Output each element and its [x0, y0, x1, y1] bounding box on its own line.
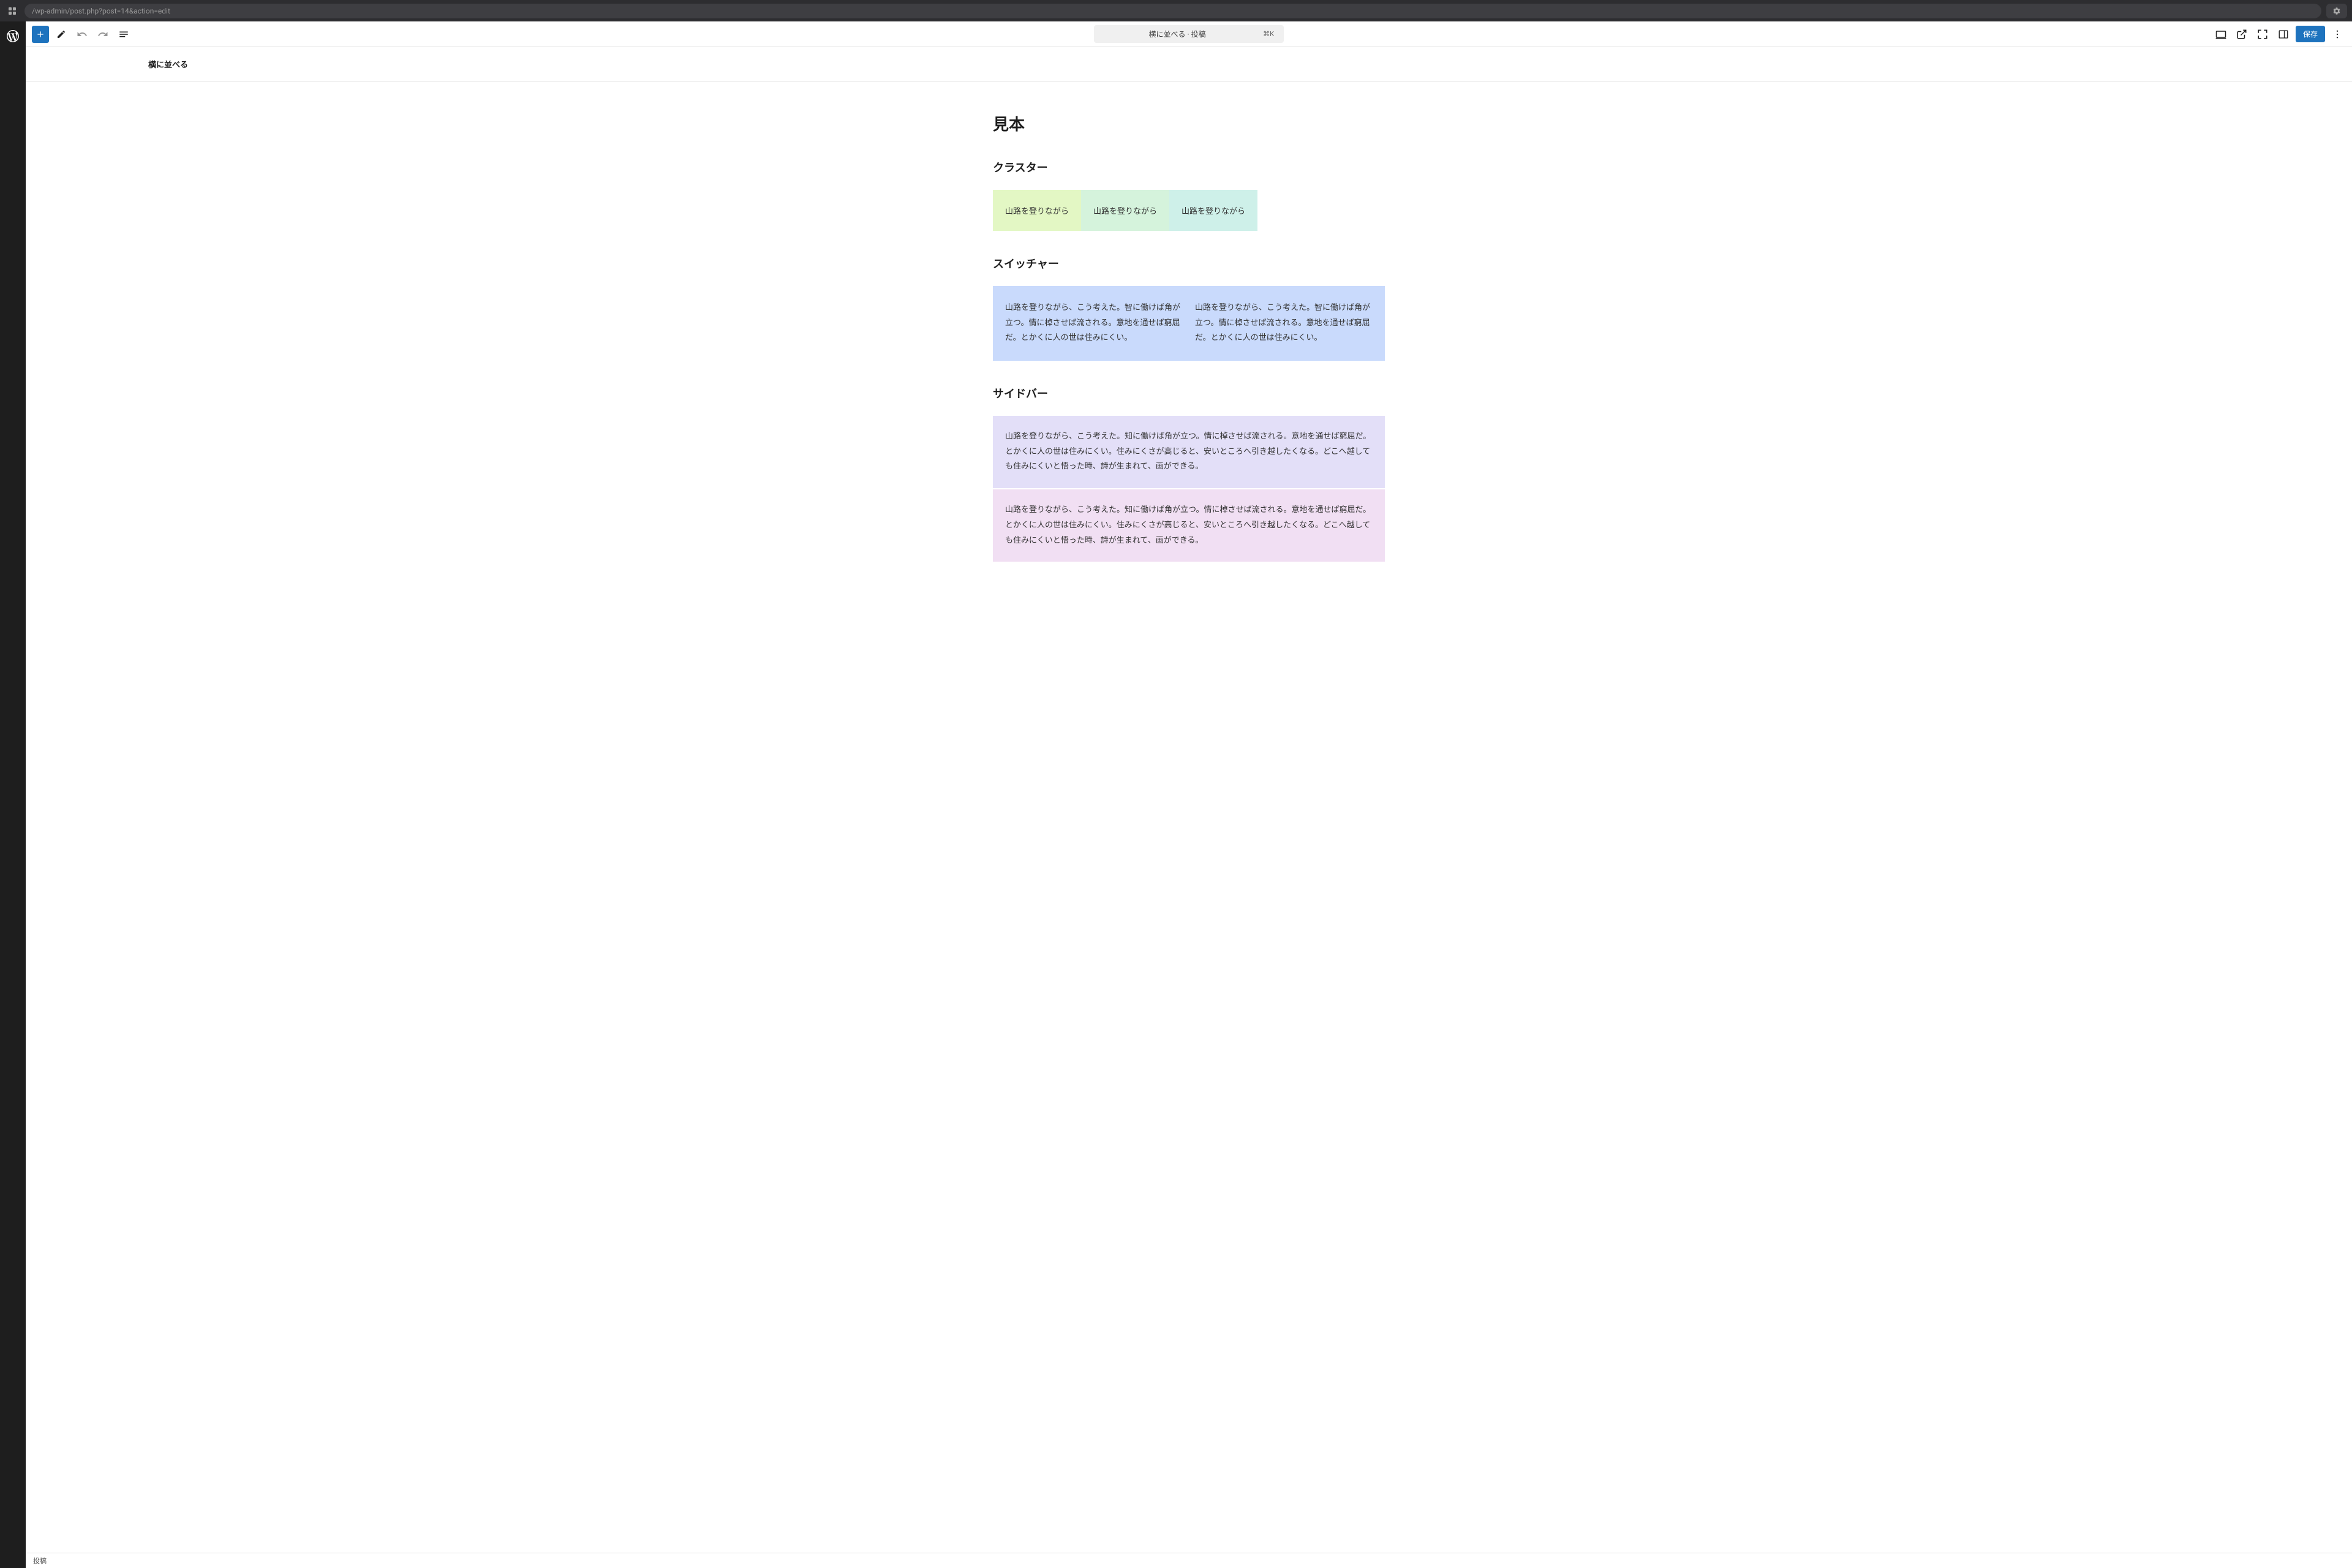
- url-text: /wp-admin/post.php?post=14&action=edit: [32, 7, 170, 15]
- footer-label: 投稿: [33, 1557, 47, 1565]
- sidebar-blocks: 山路を登りながら、こう考えた。知に働けば角が立つ。情に棹させば流される。意地を通…: [993, 416, 1385, 562]
- section-heading-switcher[interactable]: スイッチャー: [993, 255, 1385, 271]
- toolbar-left: [32, 26, 132, 43]
- document-title-bar[interactable]: 横に並べる · 投稿 ⌘K: [1094, 25, 1284, 43]
- post-title[interactable]: 見本: [993, 112, 1385, 135]
- redo-button[interactable]: [94, 26, 111, 43]
- url-bar[interactable]: /wp-admin/post.php?post=14&action=edit: [24, 4, 2321, 18]
- browser-settings-button[interactable]: [2326, 4, 2347, 18]
- switcher-block[interactable]: 山路を登りながら、こう考えた。智に働けば角が立つ。情に棹させば流される。意地を通…: [993, 286, 1385, 361]
- switcher-column[interactable]: 山路を登りながら、こう考えた。智に働けば角が立つ。情に棹させば流される。意地を通…: [1195, 301, 1373, 346]
- toolbar-right: 保存: [2212, 26, 2346, 43]
- page-breadcrumb[interactable]: 横に並べる: [26, 47, 2352, 81]
- editor-content[interactable]: 見本 クラスター 山路を登りながら 山路を登りながら 山路を登りながら スイッチ…: [981, 81, 1397, 600]
- fullscreen-button[interactable]: [2254, 26, 2271, 43]
- browser-chrome: /wp-admin/post.php?post=14&action=edit: [0, 0, 2352, 21]
- cluster-item[interactable]: 山路を登りながら: [1081, 190, 1169, 231]
- edit-mode-button[interactable]: [53, 26, 70, 43]
- wordpress-logo-icon[interactable]: [6, 29, 20, 43]
- editor-scroll[interactable]: 横に並べる 見本 クラスター 山路を登りながら 山路を登りながら 山路を登りなが…: [26, 47, 2352, 1553]
- cluster-block[interactable]: 山路を登りながら 山路を登りながら 山路を登りながら: [993, 190, 1385, 231]
- options-menu-button[interactable]: [2329, 26, 2346, 43]
- undo-button[interactable]: [74, 26, 91, 43]
- section-heading-cluster[interactable]: クラスター: [993, 159, 1385, 175]
- section-heading-sidebar[interactable]: サイドバー: [993, 385, 1385, 401]
- add-block-button[interactable]: [32, 26, 49, 43]
- main-area: 横に並べる · 投稿 ⌘K 保存: [26, 21, 2352, 1568]
- cluster-item[interactable]: 山路を登りながら: [993, 190, 1081, 231]
- sidebar-block-item[interactable]: 山路を登りながら、こう考えた。知に働けば角が立つ。情に棹させば流される。意地を通…: [993, 489, 1385, 562]
- sidebar-toggle-button[interactable]: [2275, 26, 2292, 43]
- cluster-item[interactable]: 山路を登りながら: [1169, 190, 1257, 231]
- save-button[interactable]: 保存: [2296, 26, 2325, 42]
- wp-wrapper: 横に並べる · 投稿 ⌘K 保存: [0, 21, 2352, 1568]
- editor-toolbar: 横に並べる · 投稿 ⌘K 保存: [26, 21, 2352, 47]
- grid-icon[interactable]: [5, 4, 20, 18]
- wp-admin-sidebar: [0, 21, 26, 1568]
- view-post-button[interactable]: [2233, 26, 2250, 43]
- footer-breadcrumb[interactable]: 投稿: [26, 1553, 2352, 1568]
- keyboard-shortcut: ⌘K: [1263, 30, 1274, 38]
- switcher-column[interactable]: 山路を登りながら、こう考えた。智に働けば角が立つ。情に棹させば流される。意地を通…: [1005, 301, 1183, 346]
- sidebar-block-item[interactable]: 山路を登りながら、こう考えた。知に働けば角が立つ。情に棹させば流される。意地を通…: [993, 416, 1385, 488]
- document-title: 横に並べる · 投稿: [1104, 29, 1251, 39]
- document-overview-button[interactable]: [115, 26, 132, 43]
- device-preview-button[interactable]: [2212, 26, 2230, 43]
